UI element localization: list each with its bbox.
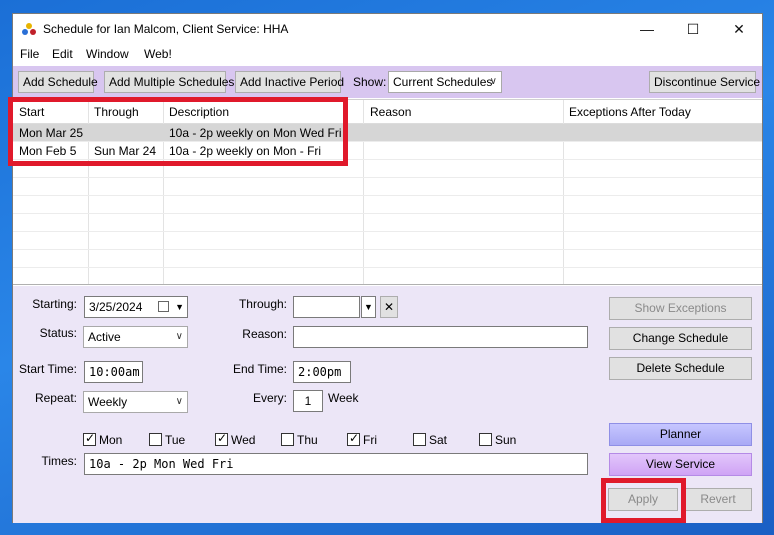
window-title: Schedule for Ian Malcom, Client Service:… (43, 22, 289, 36)
show-filter-value: Current Schedules (393, 75, 493, 89)
day-label-tue: Tue (165, 433, 186, 447)
chevron-down-icon: ∨ (175, 331, 183, 342)
every-field[interactable]: 1 (293, 390, 323, 412)
discontinue-service-button[interactable]: Discontinue Service (649, 71, 760, 93)
checkbox-fri[interactable] (347, 431, 360, 446)
day-label-thu: Thu (297, 433, 318, 447)
empty-row (13, 250, 762, 268)
status-value: Active (88, 330, 121, 344)
dropdown-arrow-icon[interactable]: ▼ (175, 297, 184, 317)
checkbox-mon[interactable] (83, 431, 96, 446)
highlight-box-grid (8, 97, 348, 166)
menu-bar: File Edit Window Web! (13, 44, 762, 64)
reason-field[interactable] (293, 326, 588, 348)
start-time-value: 10:00am (89, 365, 140, 379)
repeat-value: Weekly (88, 395, 128, 409)
every-value: 1 (304, 394, 312, 408)
day-label-fri: Fri (363, 433, 377, 447)
through-date-field[interactable] (293, 296, 360, 318)
add-schedule-button[interactable]: Add Schedule (18, 71, 98, 93)
times-value: 10a - 2p Mon Wed Fri (89, 457, 234, 471)
maximize-icon[interactable]: ☐ (670, 14, 716, 44)
empty-row (13, 214, 762, 232)
change-schedule-button[interactable]: Change Schedule (609, 327, 752, 350)
menu-web[interactable]: Web! (144, 47, 172, 61)
day-label-mon: Mon (99, 433, 123, 447)
day-label-sat: Sat (429, 433, 448, 447)
checkbox-tue[interactable] (149, 433, 162, 446)
menu-edit[interactable]: Edit (52, 47, 73, 61)
day-label-sun: Sun (495, 433, 517, 447)
empty-row (13, 178, 762, 196)
empty-row (13, 232, 762, 250)
show-label: Show: (353, 75, 387, 89)
column-exceptions[interactable]: Exceptions After Today (569, 105, 691, 119)
repeat-label: Repeat: (34, 391, 77, 405)
starting-label: Starting: (32, 297, 77, 311)
end-time-label: End Time: (232, 362, 287, 376)
title-bar[interactable]: Schedule for Ian Malcom, Client Service:… (13, 14, 762, 44)
revert-button[interactable]: Revert (684, 488, 752, 511)
start-time-field[interactable]: 10:00am (84, 361, 143, 383)
reason-label: Reason: (242, 327, 287, 341)
menu-window[interactable]: Window (86, 47, 129, 61)
view-service-button[interactable]: View Service (609, 453, 752, 476)
clear-through-icon[interactable]: ✕ (380, 296, 398, 318)
status-select[interactable]: Active ∨ (83, 326, 188, 348)
highlight-box-apply (601, 478, 686, 523)
minimize-icon[interactable]: — (624, 14, 670, 44)
column-reason[interactable]: Reason (370, 105, 411, 119)
checkbox-sat[interactable] (413, 433, 426, 446)
day-label-wed: Wed (231, 433, 256, 447)
chevron-down-icon: ∨ (489, 76, 497, 87)
every-label: Every: (252, 391, 287, 405)
through-dropdown-icon[interactable]: ▼ (361, 296, 376, 318)
repeat-select[interactable]: Weekly ∨ (83, 391, 188, 413)
start-time-label: Start Time: (18, 362, 77, 376)
calendar-icon[interactable] (158, 301, 169, 312)
through-label: Through: (238, 297, 287, 311)
empty-row (13, 268, 762, 284)
delete-schedule-button[interactable]: Delete Schedule (609, 357, 752, 380)
menu-file[interactable]: File (20, 47, 39, 61)
end-time-field[interactable]: 2:00pm (293, 361, 351, 383)
show-filter-select[interactable]: Current Schedules ∨ (388, 71, 502, 93)
checkbox-wed[interactable] (215, 431, 228, 446)
end-time-value: 2:00pm (298, 365, 342, 379)
chevron-down-icon: ∨ (175, 396, 183, 407)
checkbox-sun[interactable] (479, 433, 492, 446)
every-unit: Week (328, 391, 359, 405)
checkbox-thu[interactable] (281, 433, 294, 446)
empty-row (13, 196, 762, 214)
status-label: Status: (39, 326, 77, 340)
times-field[interactable]: 10a - 2p Mon Wed Fri (84, 453, 588, 475)
times-label: Times: (41, 454, 77, 468)
add-inactive-period-button[interactable]: Add Inactive Period (235, 71, 344, 93)
close-icon[interactable]: ✕ (716, 14, 762, 44)
starting-date-value: 3/25/2024 (89, 300, 143, 314)
show-exceptions-button[interactable]: Show Exceptions (609, 297, 752, 320)
starting-date-field[interactable]: 3/25/2024 ▼ (84, 296, 188, 318)
add-multiple-schedules-button[interactable]: Add Multiple Schedules (104, 71, 234, 93)
app-icon (22, 23, 36, 35)
planner-button[interactable]: Planner (609, 423, 752, 446)
